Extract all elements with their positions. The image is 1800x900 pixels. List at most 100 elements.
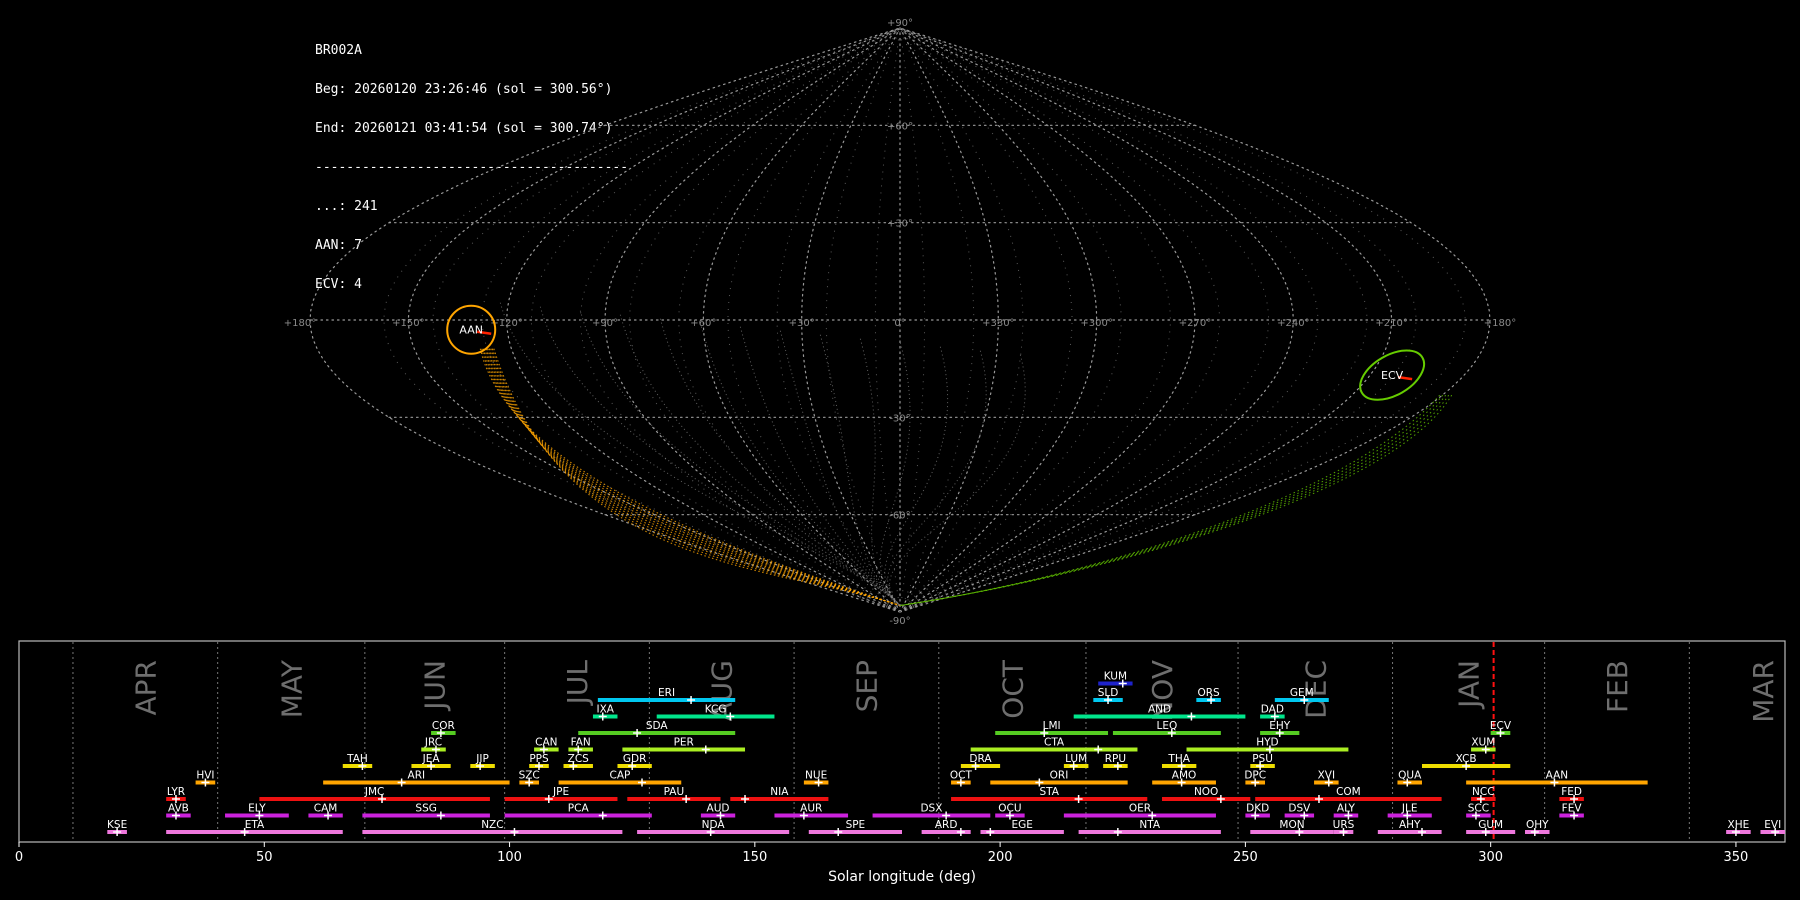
shower-code-label: XVI <box>1318 770 1335 782</box>
shower-code-label: PAU <box>664 786 685 798</box>
shower-bar-jea: JEA <box>411 753 451 770</box>
aan-trail <box>491 348 901 607</box>
shower-bar-ixa: IXA <box>592 704 618 721</box>
shower-bar-jip: JIP <box>470 753 495 770</box>
shower-code-label: CAN <box>535 737 557 749</box>
shower-bar-dsx: DSX <box>872 803 991 820</box>
shower-code-label: LMI <box>1043 720 1061 732</box>
shower-bar-fed: FED <box>1559 786 1584 803</box>
shower-bar-ori: ORI <box>990 770 1128 787</box>
shower-bar-can: CAN <box>534 737 559 754</box>
shower-code-label: JLE <box>1401 803 1418 815</box>
shower-code-label: CAP <box>610 770 631 782</box>
shower-code-label: ECV <box>1490 720 1512 732</box>
shower-bar-jpe: JPE <box>504 786 618 803</box>
month-label-jul: JUL <box>561 660 594 707</box>
shower-code-label: ARI <box>408 770 426 782</box>
sporadic-trail <box>859 338 901 606</box>
shower-code-label: AUR <box>800 803 822 815</box>
shower-bar-dra: DRA <box>960 753 1001 770</box>
shower-bar-oer: OER <box>1063 803 1216 820</box>
shower-code-label: AND <box>1148 704 1171 716</box>
shower-bar-aly: ALY <box>1333 803 1359 820</box>
shower-bar-ors: ORS <box>1196 687 1221 704</box>
shower-bars: KUM ERI SLD ORS GEM IXA KCG AND DAD COR SDA LMI LEQ E… <box>107 671 1785 836</box>
shower-bar-ncc: NCC <box>1471 786 1496 803</box>
shower-code-label: SSG <box>415 803 436 815</box>
shower-bar-sld: SLD <box>1093 687 1123 704</box>
shower-bar-nta: NTA <box>1078 819 1221 836</box>
shower-bar-dad: DAD <box>1260 704 1285 721</box>
shower-label-ecv: ECV <box>1381 369 1404 382</box>
month-label-apr: APR <box>129 660 162 716</box>
x-tick-label: 300 <box>1478 850 1503 865</box>
ecv-trail <box>899 394 1444 607</box>
shower-bar-gdr: GDR <box>617 753 652 770</box>
shower-code-label: OHY <box>1526 819 1549 831</box>
shower-code-label: PPS <box>529 753 549 765</box>
shower-bar-xcb: XCB <box>1421 753 1511 770</box>
shower-code-label: FEV <box>1562 803 1583 815</box>
sporadic-trail <box>887 350 987 606</box>
sporadic-trail <box>699 322 901 606</box>
shower-bar-jmc: JMC <box>259 786 490 803</box>
shower-bar-ahy: AHY <box>1377 819 1442 836</box>
sporadic-trail <box>579 310 901 606</box>
shower-bar-aur: AUR <box>774 803 849 820</box>
x-axis: 0 50 100 150 200 250 300 350 <box>15 842 1748 865</box>
x-tick-label: 100 <box>497 850 522 865</box>
shower-code-label: COM <box>1336 786 1361 798</box>
shower-bar-com: COM <box>1255 786 1442 803</box>
shower-bar-szc: SZC <box>519 770 540 787</box>
lon-label: +270° <box>1179 318 1211 329</box>
shower-bar-tah: TAH <box>342 753 373 770</box>
sporadic-trail <box>659 318 901 606</box>
aan-trail <box>493 348 901 607</box>
shower-bar-xhe: XHE <box>1726 819 1751 836</box>
shower-code-label: JMC <box>364 786 385 798</box>
shower-code-label: LEQ <box>1157 720 1178 732</box>
lon-label: 0° <box>894 318 905 329</box>
month-label-sep: SEP <box>850 660 883 712</box>
month-label-mar: MAR <box>1747 660 1780 723</box>
shower-bar-per: PER <box>622 737 746 754</box>
shower-bar-cap: CAP <box>558 770 682 787</box>
lon-label: +150° <box>392 318 424 329</box>
month-label-jan: JAN <box>1453 660 1486 710</box>
shower-code-label: KCG <box>705 704 727 716</box>
shower-bar-and: AND <box>1073 704 1246 721</box>
shower-code-label: COR <box>432 720 455 732</box>
shower-bar-evi: EVI <box>1760 819 1785 836</box>
shower-code-label: PER <box>674 737 694 749</box>
shower-code-label: NDA <box>702 819 726 831</box>
shower-code-label: ELY <box>248 803 266 815</box>
shower-bar-xum: XUM <box>1471 737 1496 754</box>
shower-code-label: JEA <box>422 753 441 765</box>
lat-label: +30° <box>887 219 913 230</box>
shower-code-label: SLD <box>1098 687 1119 699</box>
shower-code-label: AUD <box>707 803 730 815</box>
shower-code-label: XCB <box>1456 753 1477 765</box>
shower-code-label: NOO <box>1194 786 1218 798</box>
shower-code-label: FAN <box>571 737 591 749</box>
lat-label: +60° <box>887 121 913 132</box>
aan-trail <box>479 348 901 607</box>
aan-trail <box>488 348 901 607</box>
shower-code-label: ETA <box>245 819 265 831</box>
shower-code-label: NIA <box>770 786 789 798</box>
shower-code-label: GDR <box>623 753 647 765</box>
shower-timeline-chart: APR MAY JUN JUL AUG SEP OCT NOV DEC JAN FEB MAR KUM… <box>15 640 1786 885</box>
shower-code-label: EVI <box>1764 819 1781 831</box>
lon-label: +330° <box>982 318 1014 329</box>
shower-label-aan: AAN <box>459 324 483 337</box>
shower-code-label: LYR <box>167 786 185 798</box>
shower-code-label: ERI <box>658 687 675 699</box>
shower-code-label: HVI <box>196 770 214 782</box>
shower-bar-gum: GUM <box>1466 819 1516 836</box>
shower-bar-leq: LEQ <box>1112 720 1221 737</box>
shower-code-label: JIP <box>475 753 489 765</box>
shower-code-label: NUE <box>805 770 827 782</box>
shower-code-label: SCC <box>1468 803 1489 815</box>
sporadic-trail <box>879 342 911 606</box>
shower-code-label: DSV <box>1288 803 1311 815</box>
